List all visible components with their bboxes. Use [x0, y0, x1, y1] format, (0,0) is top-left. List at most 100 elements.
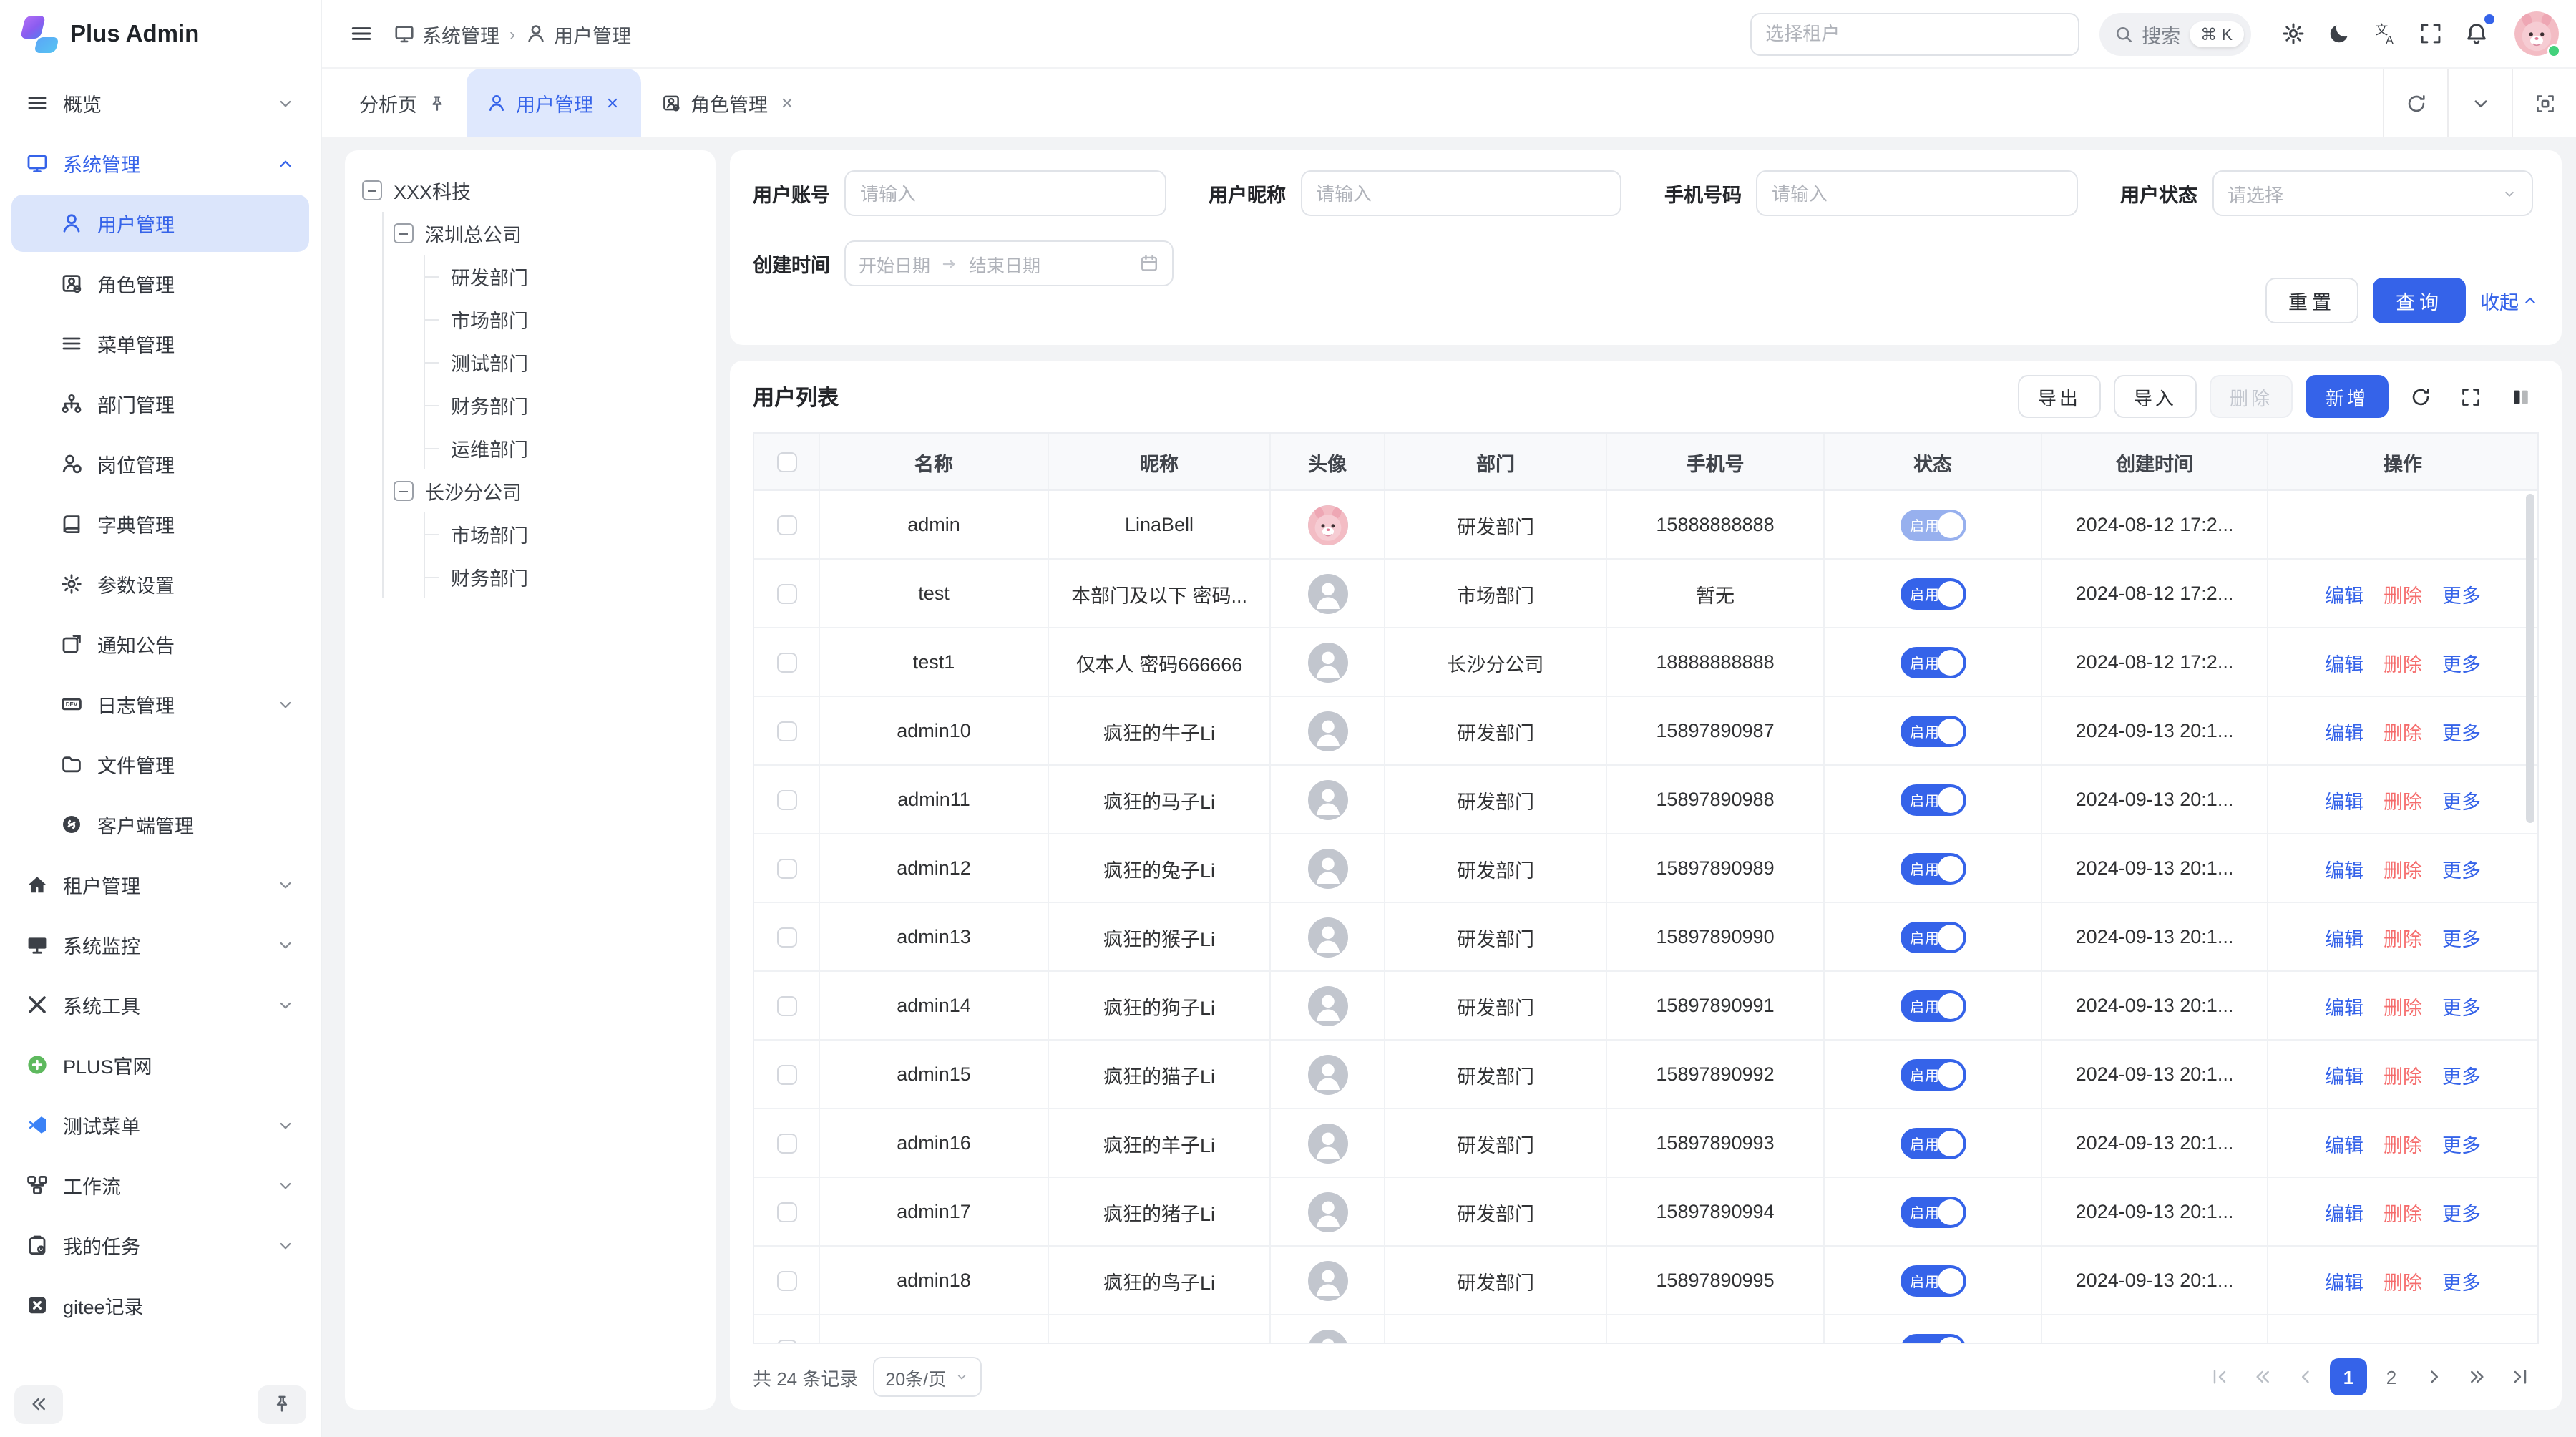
- sidebar-item-tools[interactable]: 系统工具: [11, 976, 309, 1033]
- sidebar-item-depts[interactable]: 部门管理: [11, 375, 309, 432]
- user-avatar[interactable]: [2514, 11, 2559, 56]
- chevron-down-button[interactable]: [2447, 69, 2512, 137]
- refresh-button[interactable]: [2383, 69, 2447, 137]
- tree-node[interactable]: 财务部门: [425, 555, 698, 598]
- first-page-button[interactable]: [2201, 1358, 2238, 1395]
- app-logo[interactable]: Plus Admin: [0, 0, 321, 69]
- status-toggle[interactable]: 启用: [1900, 784, 1966, 815]
- more-link[interactable]: 更多: [2442, 785, 2481, 814]
- sidebar-item-users[interactable]: 用户管理: [11, 195, 309, 252]
- sidebar-item-my-tasks[interactable]: 我的任务: [11, 1217, 309, 1274]
- tenant-select-input[interactable]: [1750, 12, 2079, 55]
- select-all-checkbox[interactable]: [776, 452, 796, 472]
- expand-button[interactable]: [2451, 378, 2489, 415]
- status-toggle[interactable]: 启用: [1900, 1333, 1966, 1343]
- edit-link[interactable]: 编辑: [2325, 991, 2363, 1020]
- delete-link[interactable]: 删除: [2384, 922, 2422, 951]
- edit-link[interactable]: 编辑: [2325, 1266, 2363, 1295]
- status-toggle[interactable]: 启用: [1900, 578, 1966, 609]
- delete-link[interactable]: 删除: [2384, 716, 2422, 745]
- sidebar-item-test-menu[interactable]: 测试菜单: [11, 1096, 309, 1154]
- scan-button[interactable]: [2512, 69, 2576, 137]
- sidebar-item-monitor[interactable]: 系统监控: [11, 916, 309, 973]
- sidebar-item-logs[interactable]: DEV日志管理: [11, 676, 309, 733]
- sidebar-item-system[interactable]: 系统管理: [11, 135, 309, 192]
- table-scrollbar[interactable]: [2526, 494, 2534, 823]
- row-checkbox[interactable]: [776, 1202, 796, 1222]
- status-toggle[interactable]: 启用: [1900, 1265, 1966, 1296]
- page-size-select[interactable]: 20条/页: [872, 1357, 982, 1397]
- jump-forward-button[interactable]: [2459, 1358, 2496, 1395]
- tree-collapse-toggle[interactable]: [394, 223, 414, 243]
- edit-link[interactable]: 编辑: [2325, 1129, 2363, 1157]
- next-page-button[interactable]: [2416, 1358, 2453, 1395]
- sidebar-item-plus-site[interactable]: PLUS官网: [11, 1036, 309, 1093]
- fullscreen-button[interactable]: [2409, 12, 2451, 55]
- row-checkbox[interactable]: [776, 858, 796, 878]
- row-checkbox[interactable]: [776, 995, 796, 1015]
- row-checkbox[interactable]: [776, 1339, 796, 1343]
- status-toggle[interactable]: 启用: [1900, 1058, 1966, 1090]
- more-link[interactable]: 更多: [2442, 922, 2481, 951]
- tree-node[interactable]: XXX科技: [362, 169, 698, 212]
- translate-button[interactable]: 文A: [2363, 12, 2406, 55]
- edit-link[interactable]: 编辑: [2325, 854, 2363, 882]
- row-checkbox[interactable]: [776, 1064, 796, 1084]
- sidebar-item-dict[interactable]: 字典管理: [11, 495, 309, 552]
- sidebar-item-menus[interactable]: 菜单管理: [11, 315, 309, 372]
- tree-node[interactable]: 市场部门: [425, 298, 698, 341]
- delete-link[interactable]: 删除: [2384, 1197, 2422, 1226]
- sidebar-item-files[interactable]: 文件管理: [11, 736, 309, 793]
- more-link[interactable]: 更多: [2442, 854, 2481, 882]
- settings-button[interactable]: [2271, 12, 2314, 55]
- delete-link[interactable]: 删除: [2384, 1266, 2422, 1295]
- delete-button[interactable]: 删除: [2210, 375, 2293, 418]
- sidebar-item-clients[interactable]: 客户端管理: [11, 796, 309, 853]
- sidebar-item-params[interactable]: 参数设置: [11, 555, 309, 613]
- account-input[interactable]: [844, 170, 1166, 216]
- close-icon[interactable]: [603, 94, 620, 112]
- tree-node[interactable]: 测试部门: [425, 341, 698, 384]
- more-link[interactable]: 更多: [2442, 1197, 2481, 1226]
- import-button[interactable]: 导入: [2114, 375, 2197, 418]
- more-link[interactable]: 更多: [2442, 579, 2481, 608]
- status-toggle[interactable]: 启用: [1900, 852, 1966, 884]
- tab-analysis[interactable]: 分析页: [339, 69, 466, 137]
- edit-link[interactable]: 编辑: [2325, 648, 2363, 676]
- tree-collapse-toggle[interactable]: [362, 180, 382, 200]
- sidebar-item-tenant[interactable]: 租户管理: [11, 856, 309, 913]
- status-toggle[interactable]: 启用: [1900, 990, 1966, 1021]
- sidebar-item-roles[interactable]: 角色管理: [11, 255, 309, 312]
- more-link[interactable]: 更多: [2442, 648, 2481, 676]
- row-checkbox[interactable]: [776, 1270, 796, 1290]
- delete-link[interactable]: 删除: [2384, 991, 2422, 1020]
- add-button[interactable]: 新增: [2306, 375, 2389, 418]
- tree-node[interactable]: 市场部门: [425, 512, 698, 555]
- global-search-button[interactable]: 搜索 ⌘ K: [2099, 12, 2251, 55]
- status-toggle[interactable]: 启用: [1900, 715, 1966, 746]
- sidebar-item-posts[interactable]: 岗位管理: [11, 435, 309, 492]
- row-checkbox[interactable]: [776, 1133, 796, 1153]
- export-button[interactable]: 导出: [2018, 375, 2101, 418]
- tree-node[interactable]: 运维部门: [425, 427, 698, 469]
- nickname-input[interactable]: [1300, 170, 1621, 216]
- more-link[interactable]: 更多: [2442, 991, 2481, 1020]
- more-link[interactable]: 更多: [2442, 1266, 2481, 1295]
- tree-collapse-toggle[interactable]: [394, 481, 414, 501]
- row-checkbox[interactable]: [776, 515, 796, 535]
- edit-link[interactable]: 编辑: [2325, 922, 2363, 951]
- row-checkbox[interactable]: [776, 652, 796, 672]
- jump-back-button[interactable]: [2244, 1358, 2281, 1395]
- status-toggle[interactable]: 启用: [1900, 921, 1966, 953]
- breadcrumb-item[interactable]: 系统管理: [394, 19, 499, 48]
- breadcrumb-item[interactable]: 用户管理: [525, 19, 631, 48]
- edit-link[interactable]: 编辑: [2325, 1197, 2363, 1226]
- close-icon[interactable]: [778, 94, 795, 112]
- moon-button[interactable]: [2317, 12, 2360, 55]
- tab-role-management[interactable]: 角色管理: [640, 69, 815, 137]
- prev-page-button[interactable]: [2287, 1358, 2324, 1395]
- columns-button[interactable]: [2502, 378, 2539, 415]
- bell-button[interactable]: [2454, 12, 2497, 55]
- more-link[interactable]: 更多: [2442, 716, 2481, 745]
- refresh-button[interactable]: [2401, 378, 2439, 415]
